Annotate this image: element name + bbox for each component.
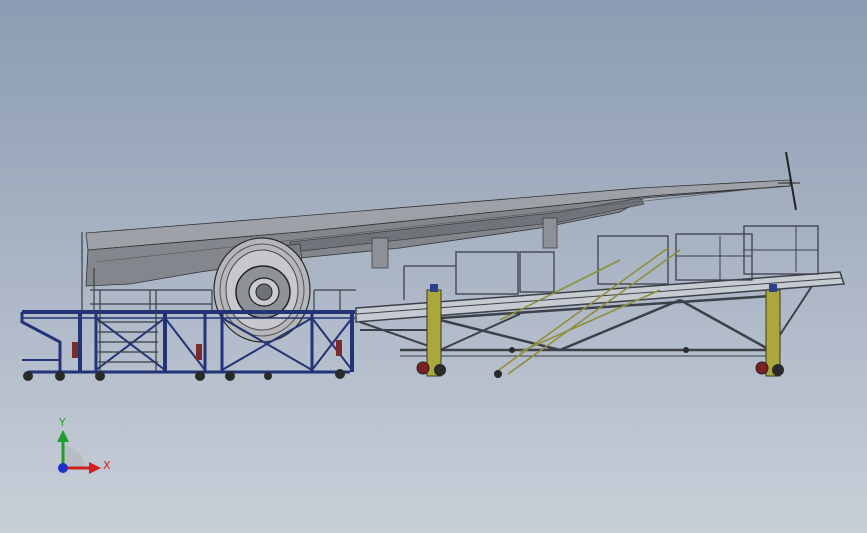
assembly-drawing: Y X bbox=[20, 151, 846, 474]
flap-fairing bbox=[542, 217, 558, 249]
x-axis-arrowhead bbox=[89, 462, 101, 474]
y-axis-arrowhead bbox=[57, 430, 69, 442]
axis-triad: Y X bbox=[57, 416, 111, 474]
x-axis-label: X bbox=[103, 459, 111, 472]
flap-fairing bbox=[371, 237, 389, 269]
blue-work-stand bbox=[20, 310, 355, 374]
y-axis-label: Y bbox=[58, 416, 66, 429]
cad-viewport[interactable]: Y X bbox=[0, 0, 867, 533]
z-axis-dot bbox=[58, 463, 68, 473]
